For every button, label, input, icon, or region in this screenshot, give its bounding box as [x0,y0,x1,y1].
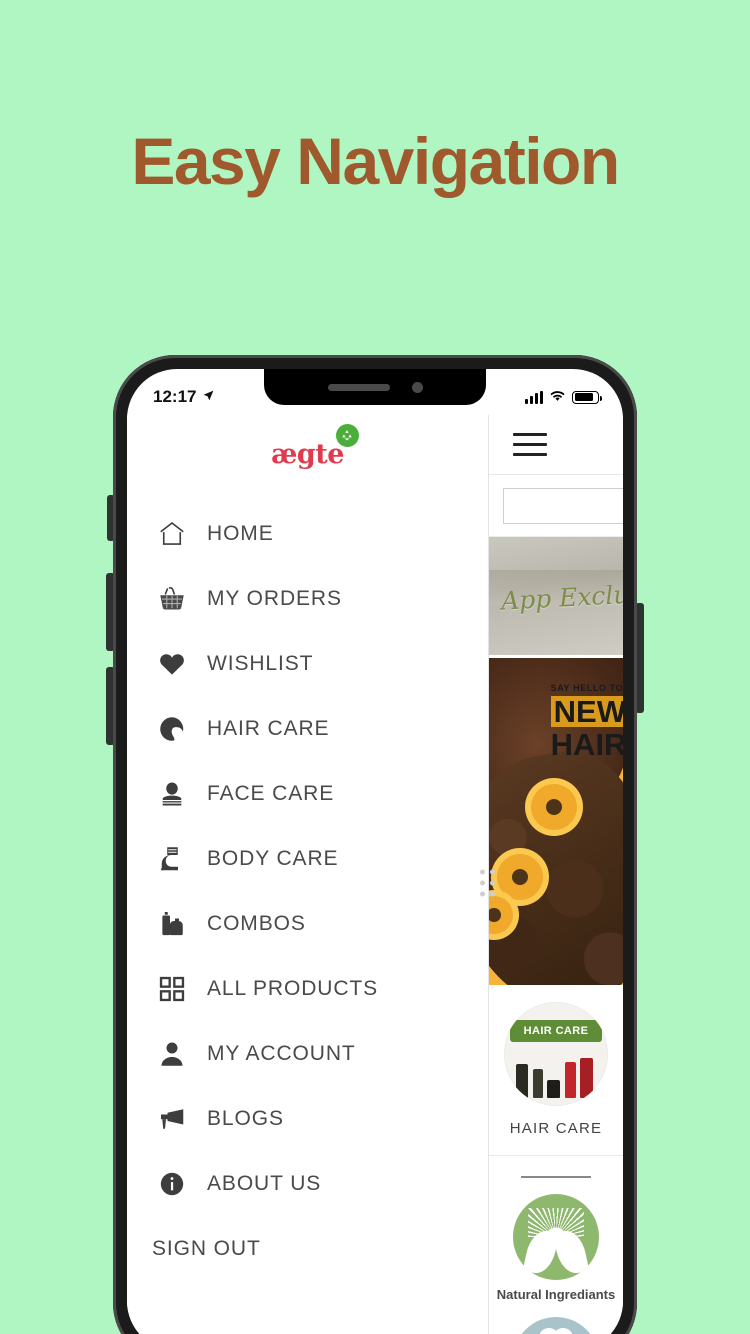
search-bar [489,475,623,537]
power-button[interactable] [635,603,644,713]
battery-icon [572,390,602,404]
sidebar-item-blogs[interactable]: BLOGS [127,1086,488,1151]
page-title: Easy Navigation [131,124,620,198]
sign-out-button[interactable]: SIGN OUT [127,1216,488,1281]
navigation-drawer: ægte HOME MY ORDERS WISHLIST HAIR CARE F… [127,415,489,1334]
category-image: HAIR CARE [504,1002,608,1106]
natural-ingredients-icon [513,1194,599,1280]
sidebar-item-label: MY ORDERS [207,586,342,610]
status-bar-time: 12:17 [153,387,197,406]
app-exclusive-banner[interactable]: App Exclusive [489,537,623,655]
cellular-signal-icon [525,390,543,404]
phone-screen: 12:17 ægte HOME MY ORDERS WISHLIST HAIR … [127,369,623,1334]
category-card-title: HAIR CARE [509,1120,603,1137]
sidebar-item-label: HAIR CARE [207,716,330,740]
location-arrow-icon [202,387,215,407]
section-divider [521,1176,591,1178]
product-bottles-illustration [512,1052,600,1098]
sidebar-item-wishlist[interactable]: WISHLIST [127,631,488,696]
hair-icon [155,712,189,746]
hero-line-3: HAIR [550,727,623,762]
leaf-recycle-badge-icon [335,423,359,447]
body-icon [155,842,189,876]
heart-icon [155,647,189,681]
brand-logo-text: ægte [271,438,344,470]
hero-line-1: SAY HELLO TO [550,683,623,693]
face-icon [155,777,189,811]
category-ribbon-label: HAIR CARE [510,1020,602,1042]
drag-handle-dots-icon[interactable] [480,869,495,897]
volume-down-button[interactable] [106,667,115,745]
device-notch [264,369,486,405]
phone-mockup: 12:17 ægte HOME MY ORDERS WISHLIST HAIR … [106,355,644,1334]
sidebar-item-face-care[interactable]: FACE CARE [127,761,488,826]
trust-badges: Natural Ingrediants [489,1156,623,1334]
sidebar-item-my-orders[interactable]: MY ORDERS [127,566,488,631]
sunflower-icon [497,854,543,900]
sign-out-label: SIGN OUT [152,1236,261,1260]
sidebar-item-home[interactable]: HOME [127,501,488,566]
sidebar-item-label: BODY CARE [207,846,339,870]
sidebar-item-label: ABOUT US [207,1171,322,1195]
hero-line-2: NEW [550,696,623,727]
sidebar-item-hair-care[interactable]: HAIR CARE [127,696,488,761]
preview-top-bar [489,415,623,475]
drawer-menu: HOME MY ORDERS WISHLIST HAIR CARE FACE C… [127,493,488,1281]
front-camera-icon [411,381,423,393]
category-card-hair-care[interactable]: HAIR CARE HAIR CARE [489,985,623,1156]
sidebar-item-label: MY ACCOUNT [207,1041,356,1065]
info-circle-icon [155,1167,189,1201]
sidebar-item-label: COMBOS [207,911,306,935]
app-exclusive-banner-text: App Exclusive [500,576,623,616]
brand-logo[interactable]: ægte [127,415,488,493]
status-bar-left: 12:17 [153,387,215,407]
silent-switch-button[interactable] [107,495,115,541]
sidebar-item-label: WISHLIST [207,651,314,675]
sidebar-item-label: ALL PRODUCTS [207,976,379,1000]
volume-up-button[interactable] [106,573,115,651]
sidebar-item-my-account[interactable]: MY ACCOUNT [127,1021,488,1086]
earpiece-speaker-icon [327,383,390,391]
home-icon [155,517,189,551]
sidebar-item-about-us[interactable]: ABOUT US [127,1151,488,1216]
megaphone-icon [155,1102,189,1136]
sidebar-item-label: HOME [207,521,274,545]
basket-icon [155,582,189,616]
hero-copy: SAY HELLO TO NEW HAIR [550,683,623,762]
app-content: ægte HOME MY ORDERS WISHLIST HAIR CARE F… [127,415,623,1334]
search-input[interactable] [503,487,623,524]
sidebar-item-body-care[interactable]: BODY CARE [127,826,488,891]
sidebar-item-label: FACE CARE [207,781,335,805]
hamburger-menu-icon[interactable] [513,433,547,456]
wifi-icon [549,387,566,407]
sidebar-item-label: BLOGS [207,1106,284,1130]
grid-icon [155,972,189,1006]
cruelty-free-icon [513,1316,599,1334]
sidebar-item-combos[interactable]: COMBOS [127,891,488,956]
badge-label-natural-ingredients: Natural Ingrediants [496,1287,616,1302]
bottles-icon [155,907,189,941]
status-bar-right [525,387,602,407]
hero-banner[interactable]: SAY HELLO TO NEW HAIR [489,655,623,985]
person-icon [155,1037,189,1071]
home-preview-panel: App Exclusive SAY HELLO TO NEW HAIR HAIR… [489,415,623,1334]
sunflower-icon [531,784,577,830]
sidebar-item-all-products[interactable]: ALL PRODUCTS [127,956,488,1021]
